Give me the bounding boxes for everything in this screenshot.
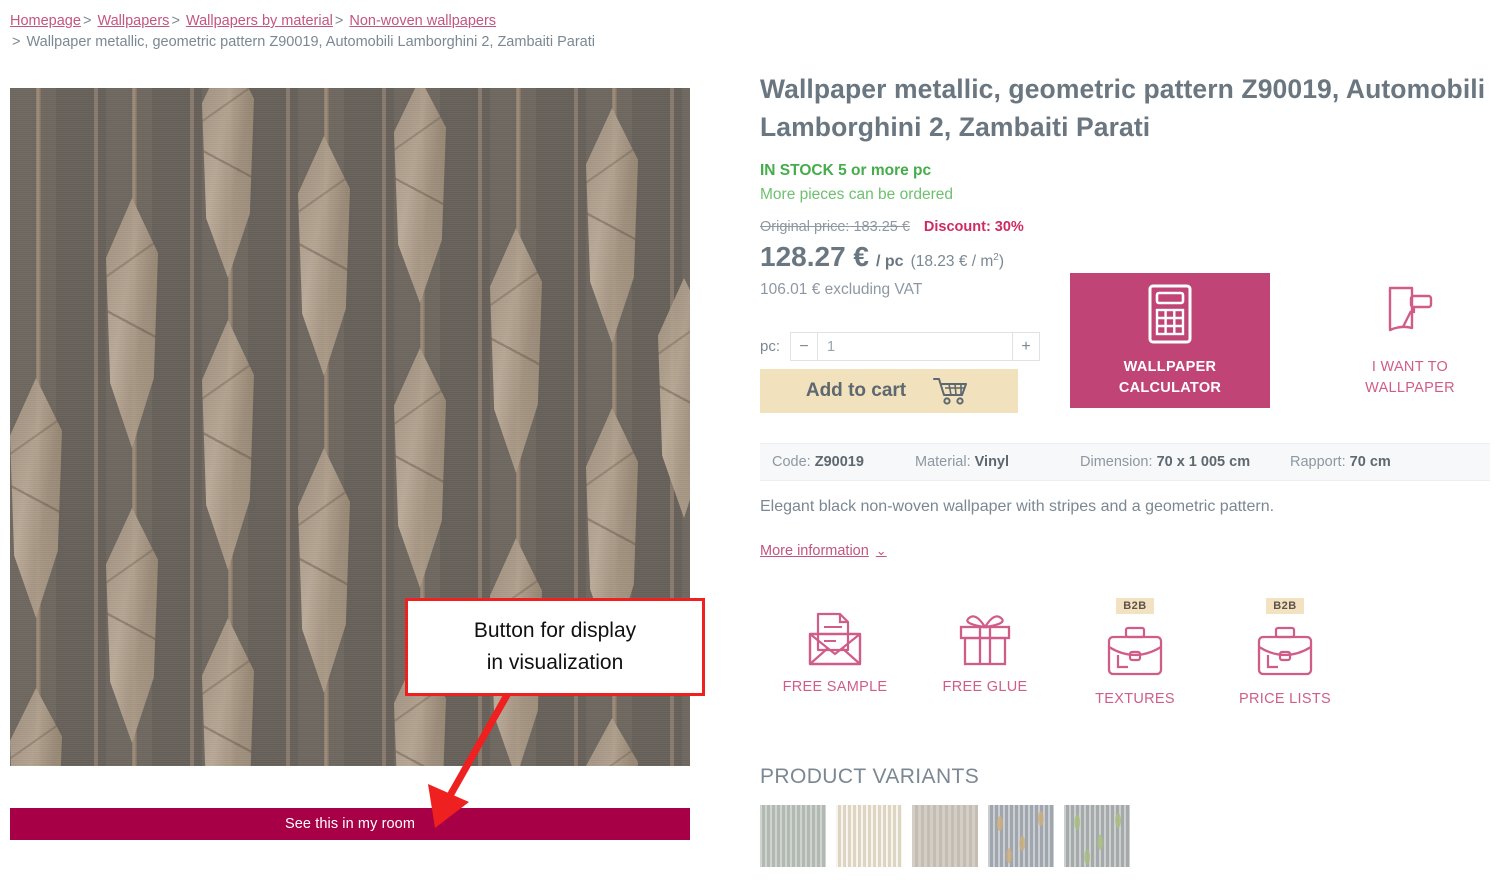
service-label: TEXTURES (1095, 691, 1175, 707)
more-information-label: More information (760, 543, 869, 559)
breadcrumb-link-homepage[interactable]: Homepage (10, 13, 81, 29)
quantity-input[interactable] (818, 332, 1012, 361)
envelope-letter-icon (804, 608, 866, 670)
shopping-cart-icon (933, 378, 968, 405)
add-to-cart-label: Add to cart (805, 380, 907, 401)
service-icons-row: FREE SAMPLE FREE GLUE B2B TEXTURES B2B P… (760, 598, 1360, 707)
variant-swatch[interactable] (1064, 805, 1130, 867)
quantity-stepper[interactable]: pc: − + (760, 332, 1060, 361)
variant-swatch[interactable] (912, 805, 978, 867)
service-label: FREE SAMPLE (782, 679, 888, 695)
spec-rapport: Rapport: 70 cm (1290, 454, 1391, 470)
service-free-glue[interactable]: FREE GLUE (910, 598, 1060, 707)
b2b-badge: B2B (1116, 598, 1154, 614)
breadcrumb-separator: > (171, 13, 180, 29)
stock-note: More pieces can be ordered (760, 186, 954, 203)
product-detail-page: Homepage > Wallpapers > Wallpapers by mate… (0, 0, 1505, 880)
annotation-arrow-icon (428, 686, 515, 828)
service-price-lists[interactable]: B2B PRICE LISTS (1210, 598, 1360, 707)
quantity-decrease-button[interactable]: − (790, 332, 818, 361)
product-variants-heading: PRODUCT VARIANTS (760, 765, 980, 788)
product-detail-panel: Wallpaper metallic, geometric pattern Z9… (760, 70, 1490, 867)
annotation-callout: Button for display in visualization (405, 598, 705, 696)
add-to-cart-button[interactable]: Add to cart (760, 369, 1018, 413)
service-textures[interactable]: B2B TEXTURES (1060, 598, 1210, 707)
product-description: Elegant black non-woven wallpaper with s… (760, 498, 1275, 515)
spec-code: Code: Z90019 (772, 454, 864, 470)
page-title: Wallpaper metallic, geometric pattern Z9… (760, 74, 1486, 142)
breadcrumb-current: Wallpaper metallic, geometric pattern Z9… (26, 34, 595, 50)
price-row: 128.27 € / pc (18.23 € / m2) (760, 241, 1490, 273)
breadcrumb-link-wallpapers-by-material[interactable]: Wallpapers by material (186, 13, 333, 29)
product-variants-list (760, 805, 1130, 867)
product-spec-bar: Code: Z90019 Material: Vinyl Dimension: … (760, 443, 1490, 481)
calculator-icon (1148, 284, 1192, 343)
more-information-link[interactable]: More information ⌄ (760, 543, 887, 559)
service-label: PRICE LISTS (1239, 691, 1331, 707)
variant-swatch[interactable] (836, 805, 902, 867)
quantity-label: pc: (760, 338, 781, 355)
variant-swatch[interactable] (760, 805, 826, 867)
chevron-down-icon: ⌄ (875, 543, 887, 558)
quantity-increase-button[interactable]: + (1012, 332, 1040, 361)
variant-swatch[interactable] (988, 805, 1054, 867)
service-free-sample[interactable]: FREE SAMPLE (760, 598, 910, 707)
price-unit: / pc (876, 253, 904, 270)
gift-icon (954, 608, 1016, 670)
discount-row: Original price: 183.25 € Discount: 30% (760, 219, 1490, 235)
paint-roller-icon (1388, 286, 1433, 332)
stock-status: IN STOCK 5 or more pc (760, 162, 932, 179)
discount-badge: Discount: 30% (923, 219, 1024, 235)
original-price: Original price: 183.25 € (760, 219, 910, 235)
breadcrumb: Homepage > Wallpapers > Wallpapers by mate… (10, 11, 730, 53)
current-price: 128.27 € (760, 241, 869, 272)
breadcrumb-separator: > (12, 34, 21, 50)
purchase-block: pc: − + Add to cart (760, 332, 1060, 413)
see-this-in-my-room-button[interactable]: See this in my room (10, 808, 690, 840)
i-want-to-wallpaper-button[interactable]: I WANT TO WALLPAPER (1330, 273, 1490, 408)
spec-dimension: Dimension: 70 x 1 005 cm (1080, 454, 1251, 470)
breadcrumb-link-wallpapers[interactable]: Wallpapers (97, 13, 169, 29)
annotation-line-2: in visualization (486, 651, 624, 674)
i-want-to-wallpaper-label: I WANT TO WALLPAPER (1365, 359, 1455, 396)
price-per-square-meter: (18.23 € / m2) (910, 251, 1005, 270)
briefcase-icon (1104, 620, 1166, 682)
service-label: FREE GLUE (942, 679, 1028, 695)
wallpaper-calculator-button[interactable]: WALLPAPER CALCULATOR (1070, 273, 1270, 408)
breadcrumb-link-non-woven-wallpapers[interactable]: Non-woven wallpapers (349, 13, 496, 29)
wallpaper-calculator-label: WALLPAPER CALCULATOR (1118, 358, 1222, 396)
breadcrumb-separator: > (334, 13, 344, 29)
briefcase-icon (1254, 620, 1316, 682)
spec-material: Material: Vinyl (915, 454, 1010, 470)
annotation-line-1: Button for display (473, 619, 637, 642)
breadcrumb-separator: > (82, 13, 92, 29)
b2b-badge: B2B (1266, 598, 1304, 614)
